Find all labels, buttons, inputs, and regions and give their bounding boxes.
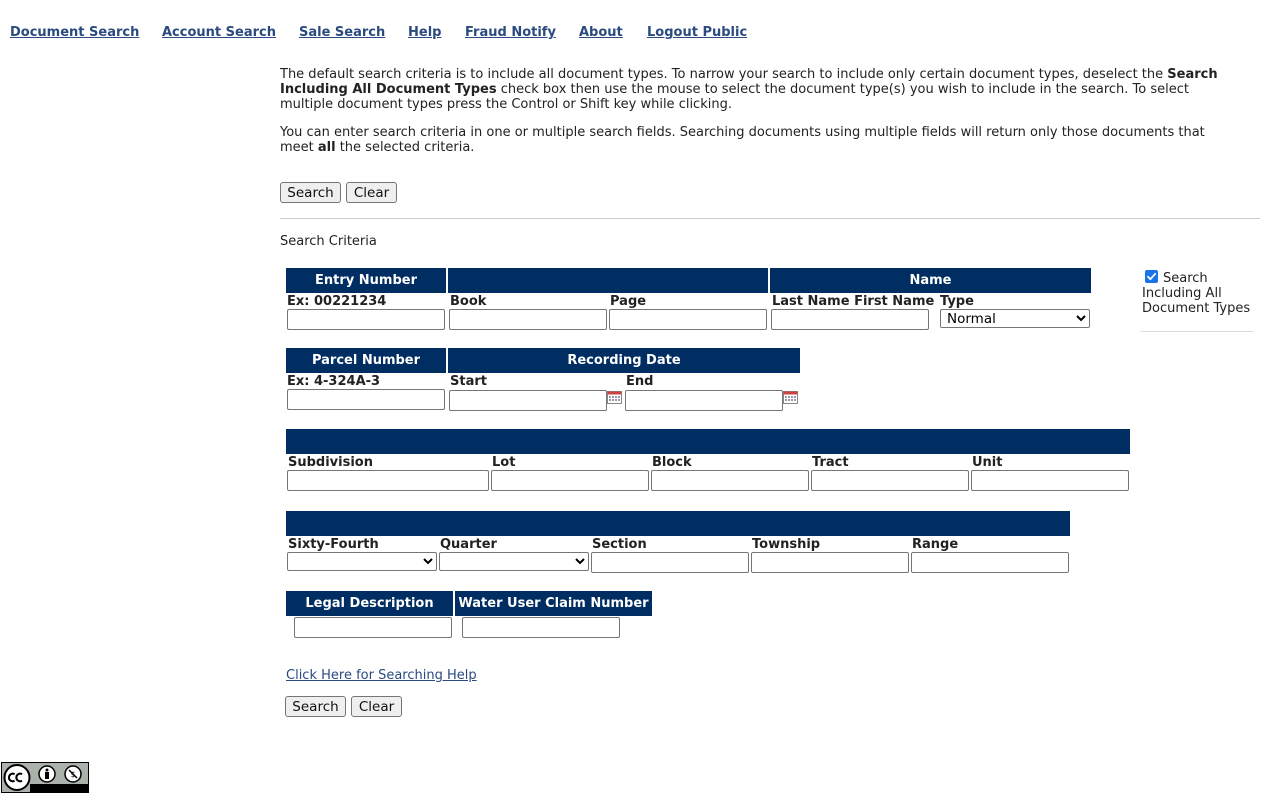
nav-fraud-notify[interactable]: Fraud Notify — [465, 25, 556, 40]
clear-button-top[interactable]: Clear — [346, 182, 397, 203]
calendar-icon[interactable] — [607, 391, 622, 404]
lot-input[interactable] — [491, 470, 649, 491]
type-select[interactable]: Normal — [940, 309, 1090, 328]
type-label: Type — [940, 294, 974, 309]
last-first-name-label: Last Name First Name — [772, 294, 935, 309]
header-book-page — [448, 268, 768, 293]
range-label: Range — [912, 537, 959, 552]
header-water-user-claim-number: Water User Claim Number — [455, 591, 652, 616]
township-input[interactable] — [751, 552, 909, 573]
searching-help-link[interactable]: Click Here for Searching Help — [286, 668, 477, 683]
search-button-top[interactable]: Search — [280, 182, 341, 203]
block-label: Block — [652, 455, 692, 470]
nav-about[interactable]: About — [579, 25, 623, 40]
header-legal-location-group — [286, 511, 1070, 536]
tract-label: Tract — [812, 455, 849, 470]
sixty-fourth-label: Sixty-Fourth — [288, 537, 379, 552]
header-entry-number: Entry Number — [286, 268, 446, 293]
header-legal-description: Legal Description — [286, 591, 453, 616]
page-label: Page — [610, 294, 647, 309]
legal-description-input[interactable] — [294, 617, 452, 638]
svg-text:$: $ — [70, 770, 75, 779]
start-date-label: Start — [450, 374, 487, 389]
all-document-types-label: Search Including All Document Types — [1142, 271, 1251, 316]
start-date-input[interactable] — [449, 390, 607, 411]
page-input[interactable] — [609, 309, 767, 330]
divider — [280, 218, 1260, 219]
block-input[interactable] — [651, 470, 809, 491]
nav-help[interactable]: Help — [408, 25, 441, 40]
quarter-select[interactable] — [439, 552, 589, 571]
sixty-fourth-select[interactable] — [287, 552, 437, 571]
entry-number-example: Ex: 00221234 — [287, 294, 387, 309]
header-subdivision-group — [286, 429, 1130, 454]
range-input[interactable] — [911, 552, 1069, 573]
book-input[interactable] — [449, 309, 607, 330]
water-user-claim-input[interactable] — [462, 617, 620, 638]
township-label: Township — [752, 537, 821, 552]
subdivision-label: Subdivision — [288, 455, 373, 470]
name-input[interactable] — [771, 309, 929, 330]
end-date-input[interactable] — [625, 390, 783, 411]
unit-label: Unit — [972, 455, 1003, 470]
nav-document-search[interactable]: Document Search — [10, 25, 139, 40]
entry-number-input[interactable] — [287, 309, 445, 330]
nav-account-search[interactable]: Account Search — [162, 25, 276, 40]
end-date-label: End — [626, 374, 654, 389]
nav-logout-public[interactable]: Logout Public — [647, 25, 747, 40]
intro-paragraph-1: The default search criteria is to includ… — [280, 67, 1218, 112]
section-label: Section — [592, 537, 647, 552]
calendar-icon[interactable] — [783, 391, 798, 404]
section-input[interactable] — [591, 552, 749, 573]
book-label: Book — [450, 294, 487, 309]
intro-paragraph-2: You can enter search criteria in one or … — [280, 125, 1205, 155]
nav-sale-search[interactable]: Sale Search — [299, 25, 385, 40]
header-parcel-number: Parcel Number — [286, 348, 446, 373]
clear-button-bottom[interactable]: Clear — [351, 696, 402, 717]
header-name: Name — [770, 268, 1091, 293]
lot-label: Lot — [492, 455, 516, 470]
search-button-bottom[interactable]: Search — [285, 696, 346, 717]
parcel-number-input[interactable] — [287, 389, 445, 410]
cc-by-nc-icon: $ — [2, 763, 88, 792]
header-recording-date: Recording Date — [448, 348, 800, 373]
quarter-label: Quarter — [440, 537, 497, 552]
subdivision-input[interactable] — [287, 470, 489, 491]
creative-commons-badge[interactable]: $ — [1, 762, 89, 793]
search-criteria-title: Search Criteria — [280, 234, 377, 249]
tract-input[interactable] — [811, 470, 969, 491]
parcel-number-example: Ex: 4-324A-3 — [287, 374, 381, 389]
intro-text: The default search criteria is to includ… — [280, 67, 1240, 168]
checkbox-divider — [1140, 331, 1254, 332]
unit-input[interactable] — [971, 470, 1129, 491]
